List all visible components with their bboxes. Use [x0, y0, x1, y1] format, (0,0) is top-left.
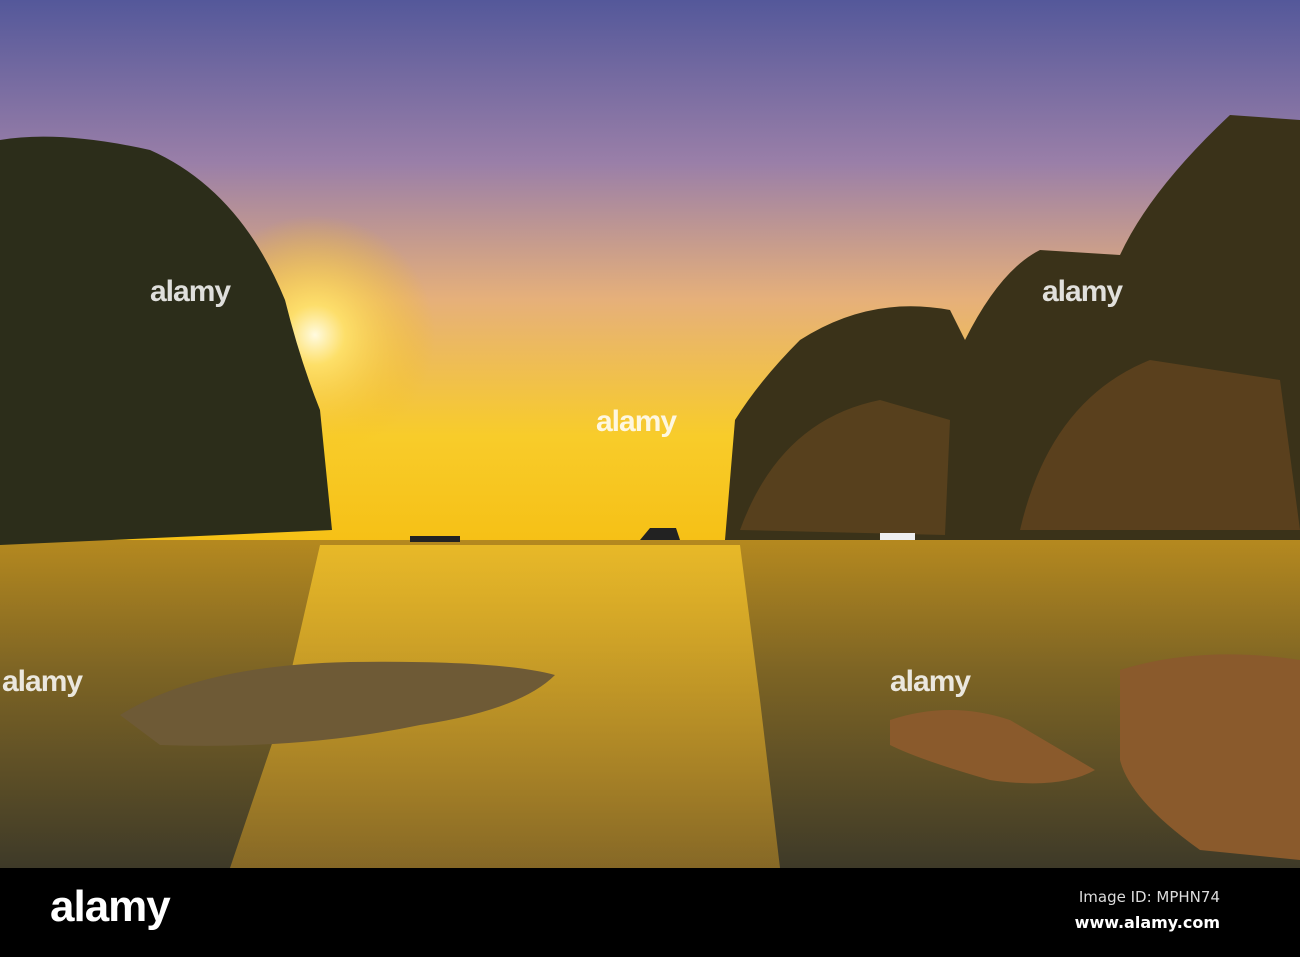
footer-bar: alamy Image ID: MPHN74 www.alamy.com	[0, 868, 1300, 957]
watermark: alamy	[890, 665, 971, 698]
watermark: alamy	[596, 405, 677, 438]
alamy-logo: alamy	[50, 882, 171, 931]
website-link: www.alamy.com	[1074, 913, 1220, 932]
watermark: alamy	[150, 275, 231, 308]
watermark: alamy	[2, 665, 83, 698]
watermark: alamy	[1042, 275, 1123, 308]
image-id: Image ID: MPHN74	[1078, 888, 1220, 906]
page: alamy alamy alamy alamy alamy alamy Imag…	[0, 0, 1300, 957]
